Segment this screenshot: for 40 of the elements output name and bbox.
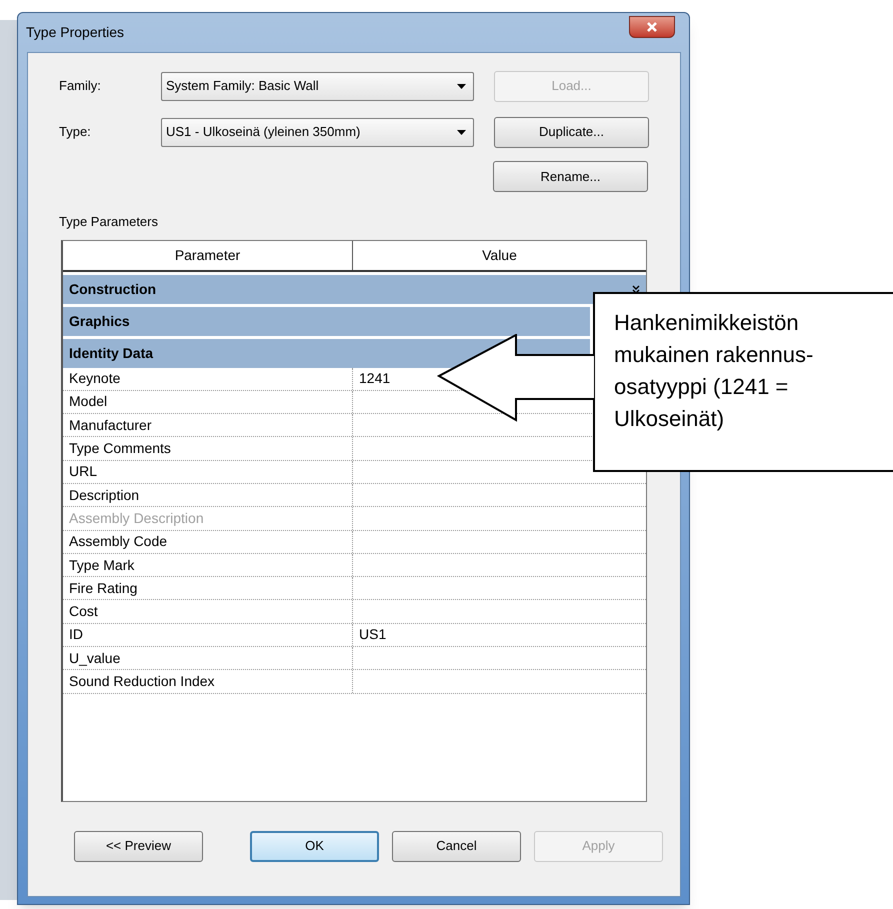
- close-button[interactable]: [629, 16, 675, 38]
- close-icon: [646, 21, 658, 33]
- parameter-name: Model: [69, 392, 108, 412]
- parameter-name: Cost: [69, 602, 98, 622]
- column-header: Parameter: [63, 240, 353, 270]
- callout-text: Hankenimikkeistön mukainen rakennus-osatyyppi (1241 = Ulkoseinät): [614, 309, 814, 433]
- parameter-name: ID: [69, 625, 83, 644]
- rename-button[interactable]: Rename...: [493, 161, 648, 192]
- category-label: Construction: [69, 280, 156, 298]
- parameter-name: Keynote: [69, 369, 120, 388]
- parameter-name: Type Comments: [69, 439, 171, 458]
- parameter-name: URL: [69, 462, 98, 482]
- dropdown[interactable]: System Family: Basic Wall: [161, 72, 474, 100]
- section-title: Type Parameters: [59, 213, 158, 231]
- parameter-name: Description: [69, 486, 140, 505]
- parameter-name: Type Mark: [69, 556, 134, 575]
- category-label: Identity Data: [69, 344, 154, 363]
- preview-button[interactable]: << Preview: [74, 830, 203, 862]
- cancel-button[interactable]: Cancel: [392, 830, 521, 862]
- parameter-name: Manufacturer: [69, 416, 152, 435]
- parameter-name: Assembly Code: [69, 532, 168, 552]
- dropdown[interactable]: US1 - Ulkoseinä (yleinen 350mm): [161, 118, 474, 146]
- category-row[interactable]: Construction: [63, 274, 646, 304]
- column-header: Value: [481, 246, 518, 264]
- category-label: Graphics: [69, 312, 130, 331]
- parameter-value[interactable]: US1: [359, 624, 386, 646]
- duplicate-button[interactable]: Duplicate...: [494, 116, 649, 148]
- parameter-name: U_value: [69, 648, 120, 668]
- parameter-value[interactable]: 1241: [359, 368, 390, 390]
- chevron-icon[interactable]: [632, 284, 640, 294]
- parameter-name: Assembly Description: [69, 508, 204, 528]
- caret-icon: [457, 130, 466, 134]
- field-label: Family:: [59, 77, 102, 96]
- window-title: Type Properties: [26, 22, 124, 42]
- field-label: Type:: [59, 123, 92, 142]
- parameter-name: Sound Reduction Index: [69, 672, 215, 691]
- category-row[interactable]: Graphics: [63, 306, 590, 336]
- caret-icon: [457, 84, 466, 88]
- ok-button[interactable]: OK: [250, 830, 379, 862]
- parameter-name: Fire Rating: [69, 578, 138, 598]
